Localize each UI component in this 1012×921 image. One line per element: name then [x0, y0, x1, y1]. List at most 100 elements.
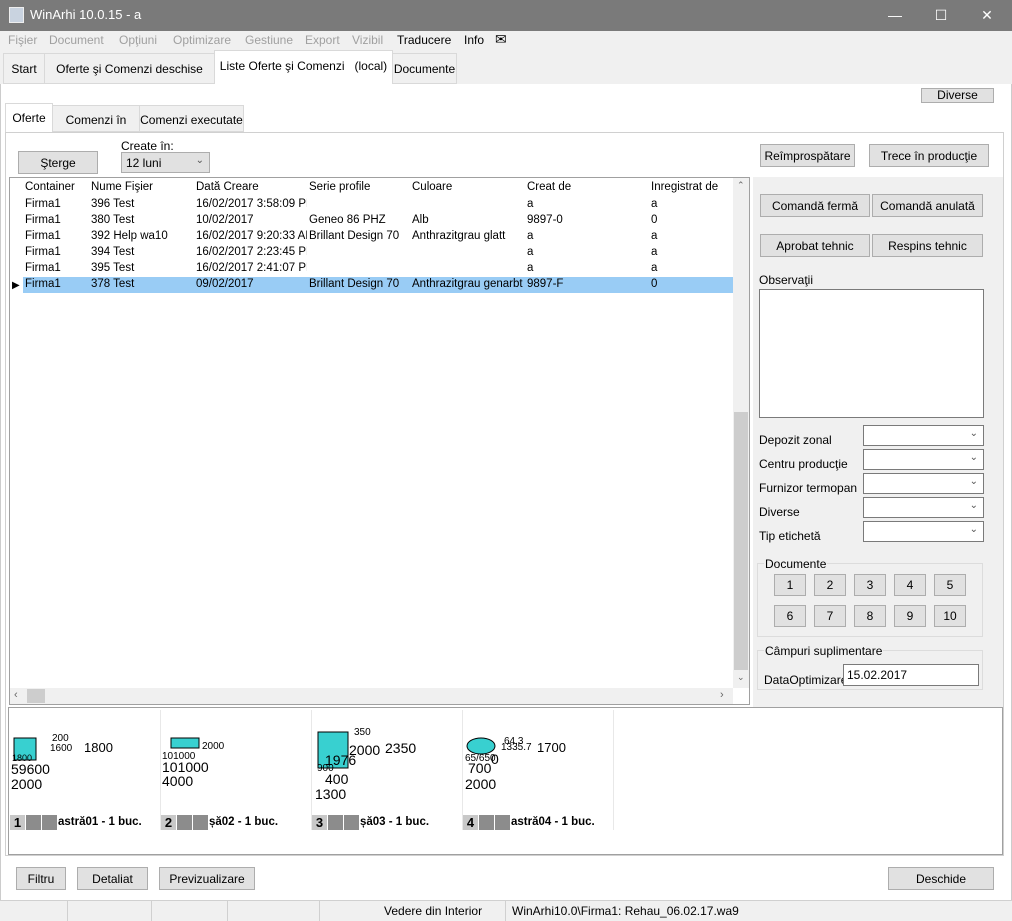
- table-row[interactable]: Firma1 394 Test 16/02/2017 2:23:45 PM a a: [23, 245, 734, 261]
- col-profile-series[interactable]: Serie profile: [309, 181, 370, 193]
- tech-approved-button[interactable]: Aprobat tehnic: [760, 234, 870, 257]
- table-cell: a: [651, 198, 658, 210]
- preview-number: 3: [312, 815, 327, 830]
- menu-export[interactable]: Export: [305, 33, 340, 47]
- tab-documents[interactable]: Documente: [392, 53, 457, 84]
- table-cell: a: [651, 262, 658, 274]
- subtab-executed-orders[interactable]: Comenzi executate: [139, 105, 244, 132]
- combo-select[interactable]: ⌄: [863, 425, 984, 446]
- table-row[interactable]: Firma1 378 Test 09/02/2017 Brillant Design …: [23, 277, 734, 293]
- minimize-button[interactable]: —: [872, 0, 918, 31]
- menu-bar: Fişier Document Opţiuni Optimizare Gesti…: [0, 31, 1012, 50]
- data-optimizare-input[interactable]: 15.02.2017: [843, 664, 979, 686]
- table-row[interactable]: Firma1 380 Test 10/02/2017 Geneo 86 PHZ Alb 9…: [23, 213, 734, 229]
- maximize-button[interactable]: ☐: [918, 0, 964, 31]
- close-button[interactable]: ✕: [964, 0, 1010, 31]
- to-production-button[interactable]: Trece în producţie: [869, 144, 989, 167]
- delete-button[interactable]: Şterge: [18, 151, 98, 174]
- tab-open-offers[interactable]: Oferte şi Comenzi deschise: [44, 53, 215, 84]
- col-container[interactable]: Container: [25, 181, 75, 193]
- menu-management[interactable]: Gestiune: [245, 33, 293, 47]
- scroll-right-icon[interactable]: ›: [720, 689, 724, 701]
- scroll-left-icon[interactable]: ‹: [14, 689, 18, 701]
- extra-fields-label: Câmpuri suplimentare: [764, 644, 884, 658]
- subtab-offers[interactable]: Oferte: [5, 103, 53, 133]
- diverse-button[interactable]: Diverse: [921, 88, 994, 103]
- offers-table: Container Nume Fişier Dată Creare Serie …: [9, 177, 750, 705]
- table-cell: Firma1: [25, 246, 61, 258]
- combo-select[interactable]: ⌄: [863, 521, 984, 542]
- table-cell: 16/02/2017 9:20:33 AM: [196, 230, 307, 242]
- menu-options[interactable]: Opţiuni: [119, 33, 157, 47]
- table-row[interactable]: Firma1 395 Test 16/02/2017 2:41:07 PM a a: [23, 261, 734, 277]
- firm-order-button[interactable]: Comandă fermă: [760, 194, 870, 217]
- subtab-orders-in-progress[interactable]: Comenzi în lucru: [52, 105, 140, 155]
- filter-button[interactable]: Filtru: [16, 867, 66, 890]
- menu-optimize[interactable]: Optimizare: [173, 33, 231, 47]
- table-cell: 394 Test: [91, 246, 135, 258]
- table-cell: Firma1: [25, 214, 61, 226]
- menu-translate[interactable]: Traducere: [397, 33, 451, 47]
- table-row[interactable]: Firma1 392 Help wa10 16/02/2017 9:20:33 AM…: [23, 229, 734, 245]
- document-button[interactable]: 5: [934, 574, 966, 596]
- tab-start[interactable]: Start: [3, 53, 45, 84]
- horizontal-scrollbar[interactable]: ‹ ›: [10, 688, 733, 704]
- chevron-down-icon: ⌄: [195, 155, 204, 166]
- menu-document[interactable]: Document: [49, 33, 104, 47]
- created-in-select[interactable]: 12 luni ⌄: [121, 152, 210, 173]
- document-button[interactable]: 9: [894, 605, 926, 627]
- notes-textarea[interactable]: [759, 289, 984, 418]
- document-button[interactable]: 8: [854, 605, 886, 627]
- scroll-thumb[interactable]: [734, 412, 748, 670]
- combo-select[interactable]: ⌄: [863, 497, 984, 518]
- window-preview[interactable]: 3 șă03 - 1 buc.: [312, 710, 463, 830]
- combo-label: Furnizor termopan: [759, 481, 858, 495]
- chevron-down-icon: ⌄: [969, 476, 978, 487]
- table-row[interactable]: Firma1 396 Test 16/02/2017 3:58:09 PM a a: [23, 197, 734, 213]
- preview-button[interactable]: Previzualizare: [159, 867, 255, 890]
- document-button[interactable]: 2: [814, 574, 846, 596]
- tech-rejected-button[interactable]: Respins tehnic: [872, 234, 983, 257]
- combo-label: Diverse: [759, 505, 800, 519]
- scroll-down-icon[interactable]: ⌄: [737, 672, 745, 683]
- vertical-scrollbar[interactable]: ⌃ ⌄: [733, 178, 749, 688]
- menu-file[interactable]: Fişier: [8, 33, 37, 47]
- document-button[interactable]: 6: [774, 605, 806, 627]
- col-registered-by[interactable]: Înregistrat de: [651, 181, 718, 193]
- table-cell: 395 Test: [91, 262, 135, 274]
- document-button[interactable]: 4: [894, 574, 926, 596]
- table-cell: a: [651, 230, 658, 242]
- document-button[interactable]: 7: [814, 605, 846, 627]
- preview-caption: 3 șă03 - 1 buc.: [312, 815, 463, 830]
- scroll-up-icon[interactable]: ⌃: [737, 180, 745, 191]
- col-created-by[interactable]: Creat de: [527, 181, 571, 193]
- document-button[interactable]: 1: [774, 574, 806, 596]
- col-filename[interactable]: Nume Fişier: [91, 181, 153, 193]
- combo-select[interactable]: ⌄: [863, 449, 984, 470]
- combo-select[interactable]: ⌄: [863, 473, 984, 494]
- preview-caption-text: astră04 - 1 buc.: [511, 816, 595, 828]
- dimension-label: 350: [354, 727, 371, 738]
- refresh-button[interactable]: Reîmprospătare: [760, 144, 855, 167]
- preview-caption: 4 astră04 - 1 buc.: [463, 815, 614, 830]
- cancelled-order-button[interactable]: Comandă anulată: [872, 194, 983, 217]
- preview-marker: [26, 815, 41, 830]
- table-cell: 0: [651, 278, 658, 290]
- dimension-label: 1800: [84, 740, 113, 755]
- open-button[interactable]: Deschide: [888, 867, 994, 890]
- status-bar: Vedere din Interior WinArhi10.0\Firma1: …: [0, 900, 1012, 921]
- data-optimizare-label: DataOptimizare: [764, 673, 848, 687]
- hscroll-thumb[interactable]: [27, 689, 45, 703]
- detailed-button[interactable]: Detaliat: [77, 867, 148, 890]
- document-button[interactable]: 10: [934, 605, 966, 627]
- menu-info[interactable]: Info: [464, 33, 484, 47]
- document-button[interactable]: 3: [854, 574, 886, 596]
- menu-view[interactable]: Vizibil: [352, 33, 383, 47]
- tab-offer-lists[interactable]: Liste Oferte şi Comenzi (local): [214, 50, 393, 84]
- table-cell: a: [527, 230, 534, 242]
- preview-number: 2: [161, 815, 176, 830]
- col-color[interactable]: Culoare: [412, 181, 452, 193]
- mail-icon[interactable]: ✉: [495, 31, 507, 48]
- col-created-date[interactable]: Dată Creare: [196, 181, 259, 193]
- table-cell: Brillant Design 70: [309, 230, 400, 242]
